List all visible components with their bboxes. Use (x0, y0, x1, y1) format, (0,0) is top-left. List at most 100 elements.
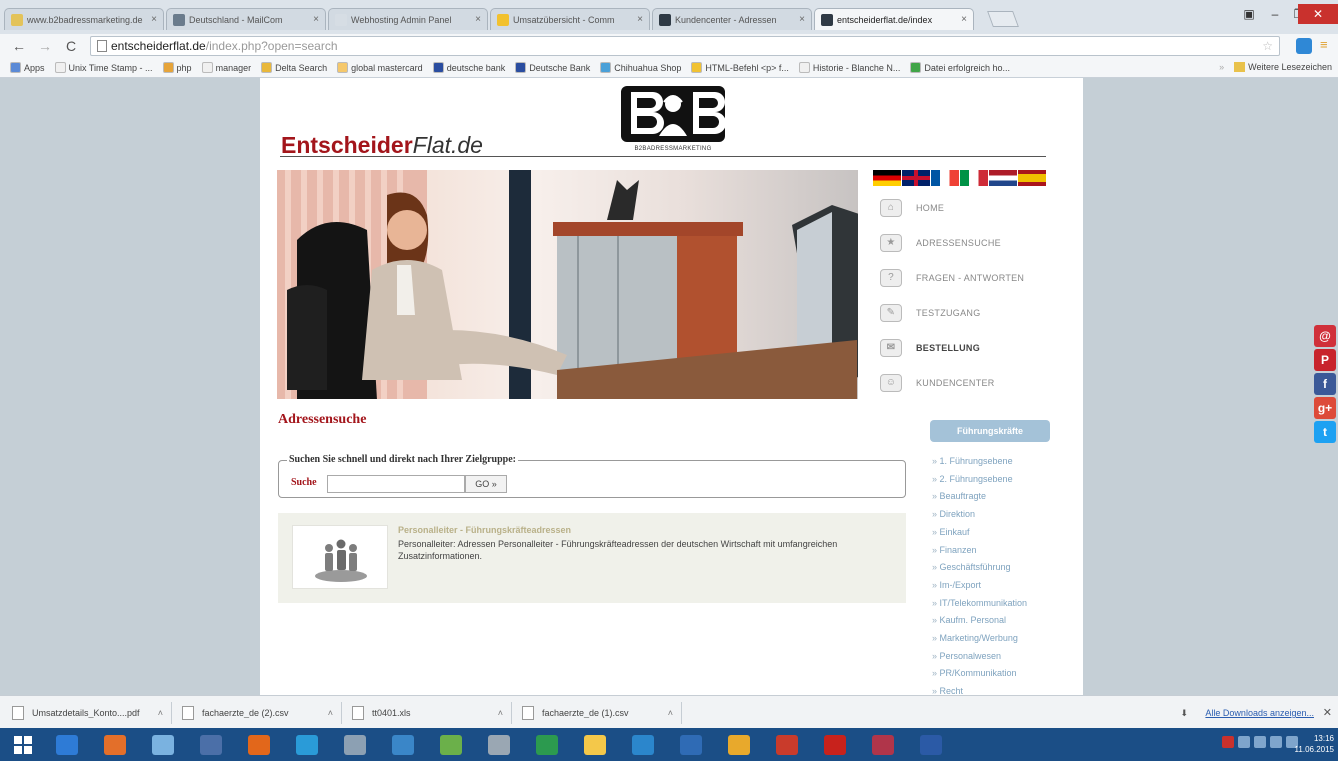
flag-fr-icon[interactable] (931, 170, 959, 186)
bookmark-item[interactable]: Delta Search (261, 62, 327, 73)
taskbar-app-icon[interactable] (286, 730, 328, 759)
tab-close-icon[interactable]: × (475, 14, 481, 25)
bookmark-item[interactable]: manager (201, 62, 251, 73)
download-menu-icon[interactable]: ˄ (328, 708, 333, 718)
category-link[interactable]: Geschäftsführung (932, 559, 1027, 577)
tab-close-icon[interactable]: × (313, 14, 319, 25)
download-menu-icon[interactable]: ˄ (498, 708, 503, 718)
nav-item-bestellung[interactable]: ✉ BESTELLUNG (880, 330, 1060, 365)
browser-tab[interactable]: entscheiderflat.de/index × (814, 8, 974, 30)
tab-close-icon[interactable]: × (961, 14, 967, 25)
bookmark-item[interactable]: Unix Time Stamp - ... (54, 62, 153, 73)
minimize-button[interactable]: – (1262, 4, 1288, 24)
category-link[interactable]: IT/Telekommunikation (932, 595, 1028, 613)
category-link[interactable]: Einkauf (932, 524, 1027, 542)
taskbar-app-icon[interactable] (142, 730, 184, 759)
back-button[interactable]: ← (10, 37, 28, 55)
nav-item-fragen-antworten[interactable]: ? FRAGEN - ANTWORTEN (880, 260, 1060, 295)
download-menu-icon[interactable]: ˄ (668, 708, 673, 718)
facebook-share-icon[interactable]: f (1314, 373, 1336, 395)
bookmark-item[interactable]: deutsche bank (432, 62, 505, 73)
taskbar-app-icon[interactable] (910, 730, 952, 759)
system-tray[interactable] (1222, 736, 1298, 748)
search-result[interactable]: Personalleiter - Führungskräfteadressen … (278, 513, 906, 603)
taskbar-app-icon[interactable] (382, 730, 424, 759)
taskbar-app-icon[interactable] (670, 730, 712, 759)
taskbar-app-icon[interactable] (46, 730, 88, 759)
bookmark-item[interactable]: Apps (10, 62, 45, 73)
go-button[interactable]: GO » (465, 475, 507, 493)
bookmark-item[interactable]: Historie - Blanche N... (798, 62, 900, 73)
taskbar-app-icon[interactable] (94, 730, 136, 759)
clock[interactable]: 13:16 11.06.2015 (1295, 733, 1334, 755)
user-icon[interactable]: ▣ (1236, 4, 1262, 24)
reload-button[interactable]: C (62, 37, 80, 55)
category-link[interactable]: 2. Führungsebene (932, 471, 1027, 489)
tab-close-icon[interactable]: × (799, 14, 805, 25)
twitter-share-icon[interactable]: t (1314, 421, 1336, 443)
download-item[interactable]: tt0401.xls ˄ (352, 702, 512, 724)
bookmark-item[interactable]: Datei erfolgreich ho... (910, 62, 1010, 73)
b2b-logo[interactable]: B2BADRESSMARKETING (617, 84, 729, 152)
search-input[interactable] (327, 475, 465, 493)
extension-icon[interactable] (1296, 38, 1312, 54)
nav-item-kundencenter[interactable]: ☺ KUNDENCENTER (880, 365, 1060, 400)
download-item[interactable]: fachaerzte_de (2).csv ˄ (182, 702, 342, 724)
forward-button[interactable]: → (36, 37, 54, 55)
taskbar-app-icon[interactable] (766, 730, 808, 759)
taskbar-app-icon[interactable] (622, 730, 664, 759)
nav-item-testzugang[interactable]: ✎ TESTZUGANG (880, 295, 1060, 330)
google-plus-share-icon[interactable]: g+ (1314, 397, 1336, 419)
address-bar[interactable]: entscheiderflat.de/index.php?open=search… (90, 36, 1280, 56)
download-menu-icon[interactable]: ˄ (158, 708, 163, 718)
category-link[interactable]: PR/Kommunikation (932, 665, 1027, 683)
flag-it-icon[interactable] (960, 170, 988, 186)
category-link[interactable]: Marketing/Werbung (932, 630, 1027, 648)
pinterest-share-icon[interactable]: P (1314, 349, 1336, 371)
download-item[interactable]: fachaerzte_de (1).csv ˄ (522, 702, 682, 724)
taskbar-app-icon[interactable] (574, 730, 616, 759)
taskbar-app-icon[interactable] (334, 730, 376, 759)
category-link[interactable]: 1. Führungsebene (932, 453, 1027, 471)
close-downloads-icon[interactable]: ✕ (1323, 706, 1332, 719)
category-link[interactable]: Im-/Export (932, 577, 1027, 595)
result-title[interactable]: Personalleiter - Führungskräfteadressen (398, 525, 571, 535)
category-link[interactable]: Personalwesen (932, 648, 1027, 666)
bookmark-item[interactable]: HTML-Befehl <p> f... (691, 62, 789, 73)
flag-es-icon[interactable] (1018, 170, 1046, 186)
star-icon[interactable]: ☆ (1262, 39, 1273, 53)
result-thumbnail[interactable] (292, 525, 388, 589)
close-window-button[interactable]: ✕ (1298, 4, 1338, 24)
taskbar-app-icon[interactable] (718, 730, 760, 759)
tab-close-icon[interactable]: × (151, 14, 157, 25)
flag-de-icon[interactable] (873, 170, 901, 186)
bookmark-item[interactable]: global mastercard (337, 62, 423, 73)
taskbar-app-icon[interactable] (814, 730, 856, 759)
other-bookmarks[interactable]: » Weitere Lesezeichen (1219, 62, 1332, 72)
download-item[interactable]: Umsatzdetails_Konto....pdf ˄ (12, 702, 172, 724)
bookmark-item[interactable]: Chihuahua Shop (600, 62, 681, 73)
tab-close-icon[interactable]: × (637, 14, 643, 25)
browser-tab[interactable]: Deutschland - MailCom × (166, 8, 326, 30)
bookmark-item[interactable]: php (162, 62, 192, 73)
email-share-icon[interactable]: @ (1314, 325, 1336, 347)
category-link[interactable]: Kaufm. Personal (932, 612, 1027, 630)
taskbar-app-icon[interactable] (238, 730, 280, 759)
browser-tab[interactable]: Umsatzübersicht - Comm × (490, 8, 650, 30)
bookmark-item[interactable]: Deutsche Bank (515, 62, 590, 73)
menu-icon[interactable]: ≡ (1320, 37, 1328, 52)
flag-nl-icon[interactable] (989, 170, 1017, 186)
nav-item-adressensuche[interactable]: ★ ADRESSENSUCHE (880, 225, 1060, 260)
category-link[interactable]: Beauftragte (932, 488, 1027, 506)
flag-uk-icon[interactable] (902, 170, 930, 186)
category-link[interactable]: Direktion (932, 506, 1027, 524)
taskbar-app-icon[interactable] (430, 730, 472, 759)
taskbar-app-icon[interactable] (478, 730, 520, 759)
taskbar-app-icon[interactable] (190, 730, 232, 759)
start-button[interactable] (2, 730, 44, 759)
browser-tab[interactable]: www.b2badressmarketing.de × (4, 8, 164, 30)
nav-item-home[interactable]: ⌂ HOME (880, 190, 1060, 225)
category-button[interactable]: Führungskräfte (930, 420, 1050, 442)
site-logo[interactable]: EntscheiderFlat.de (281, 132, 483, 159)
taskbar-app-icon[interactable] (526, 730, 568, 759)
